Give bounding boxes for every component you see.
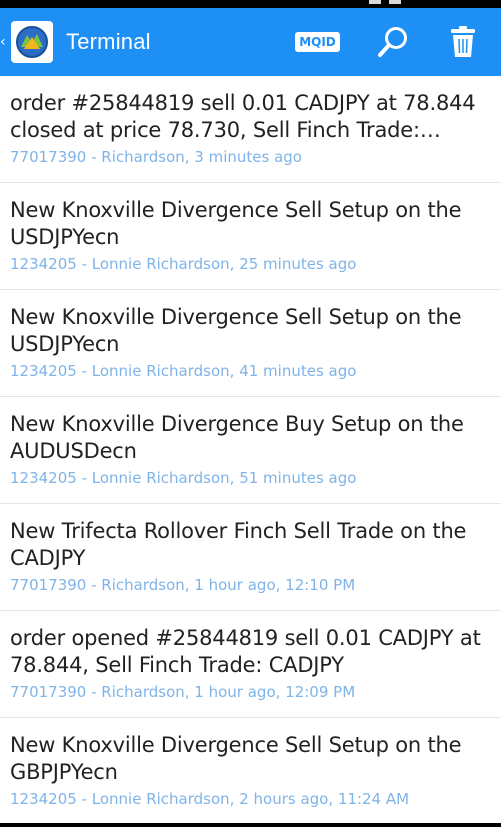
message-meta: 1234205 - Lonnie Richardson, 2 hours ago…: [10, 790, 410, 808]
message-text: New Knoxville Divergence Sell Setup on t…: [10, 305, 462, 356]
delete-button[interactable]: [445, 24, 481, 60]
message-text: New Knoxville Divergence Sell Setup on t…: [10, 198, 462, 249]
app-bar: ‹ Terminal MQID: [0, 8, 501, 76]
status-bar: [0, 0, 501, 8]
app-bar-actions: MQID: [295, 24, 501, 60]
metatrader-logo-icon[interactable]: [11, 21, 53, 63]
message-item[interactable]: New Knoxville Divergence Sell Setup on t…: [0, 290, 501, 397]
message-text: order #25844819 sell 0.01 CADJPY at 78.8…: [10, 91, 476, 142]
message-text: New Trifecta Rollover Finch Sell Trade o…: [10, 519, 467, 570]
status-icon: [389, 0, 401, 4]
message-text: New Knoxville Divergence Buy Setup on th…: [10, 412, 464, 463]
message-meta: 77017390 - Richardson, 3 minutes ago: [10, 148, 302, 166]
message-item[interactable]: New Trifecta Rollover Finch Sell Trade o…: [0, 504, 501, 611]
message-text: order opened #25844819 sell 0.01 CADJPY …: [10, 626, 481, 677]
message-item[interactable]: order opened #25844819 sell 0.01 CADJPY …: [0, 611, 501, 718]
status-icon: [369, 0, 381, 4]
app-title: Terminal: [66, 29, 151, 54]
message-item[interactable]: New Knoxville Divergence Buy Setup on th…: [0, 397, 501, 504]
message-meta: 1234205 - Lonnie Richardson, 51 minutes …: [10, 469, 357, 487]
message-meta: 77017390 - Richardson, 1 hour ago, 12:09…: [10, 683, 356, 701]
message-list: order #25844819 sell 0.01 CADJPY at 78.8…: [0, 76, 501, 825]
search-button[interactable]: [375, 24, 411, 60]
navigation-bar: [0, 823, 501, 827]
trash-icon: [451, 26, 475, 57]
search-icon: [378, 27, 407, 57]
message-item[interactable]: order #25844819 sell 0.01 CADJPY at 78.8…: [0, 76, 501, 183]
message-item[interactable]: New Knoxville Divergence Sell Setup on t…: [0, 183, 501, 290]
message-meta: 1234205 - Lonnie Richardson, 41 minutes …: [10, 362, 357, 380]
message-meta: 77017390 - Richardson, 1 hour ago, 12:10…: [10, 576, 356, 594]
mqid-button[interactable]: MQID: [295, 32, 340, 52]
message-text: New Knoxville Divergence Sell Setup on t…: [10, 733, 462, 784]
message-item[interactable]: New Knoxville Divergence Sell Setup on t…: [0, 718, 501, 825]
message-meta: 1234205 - Lonnie Richardson, 25 minutes …: [10, 255, 357, 273]
chevron-left-icon[interactable]: ‹: [0, 35, 6, 49]
